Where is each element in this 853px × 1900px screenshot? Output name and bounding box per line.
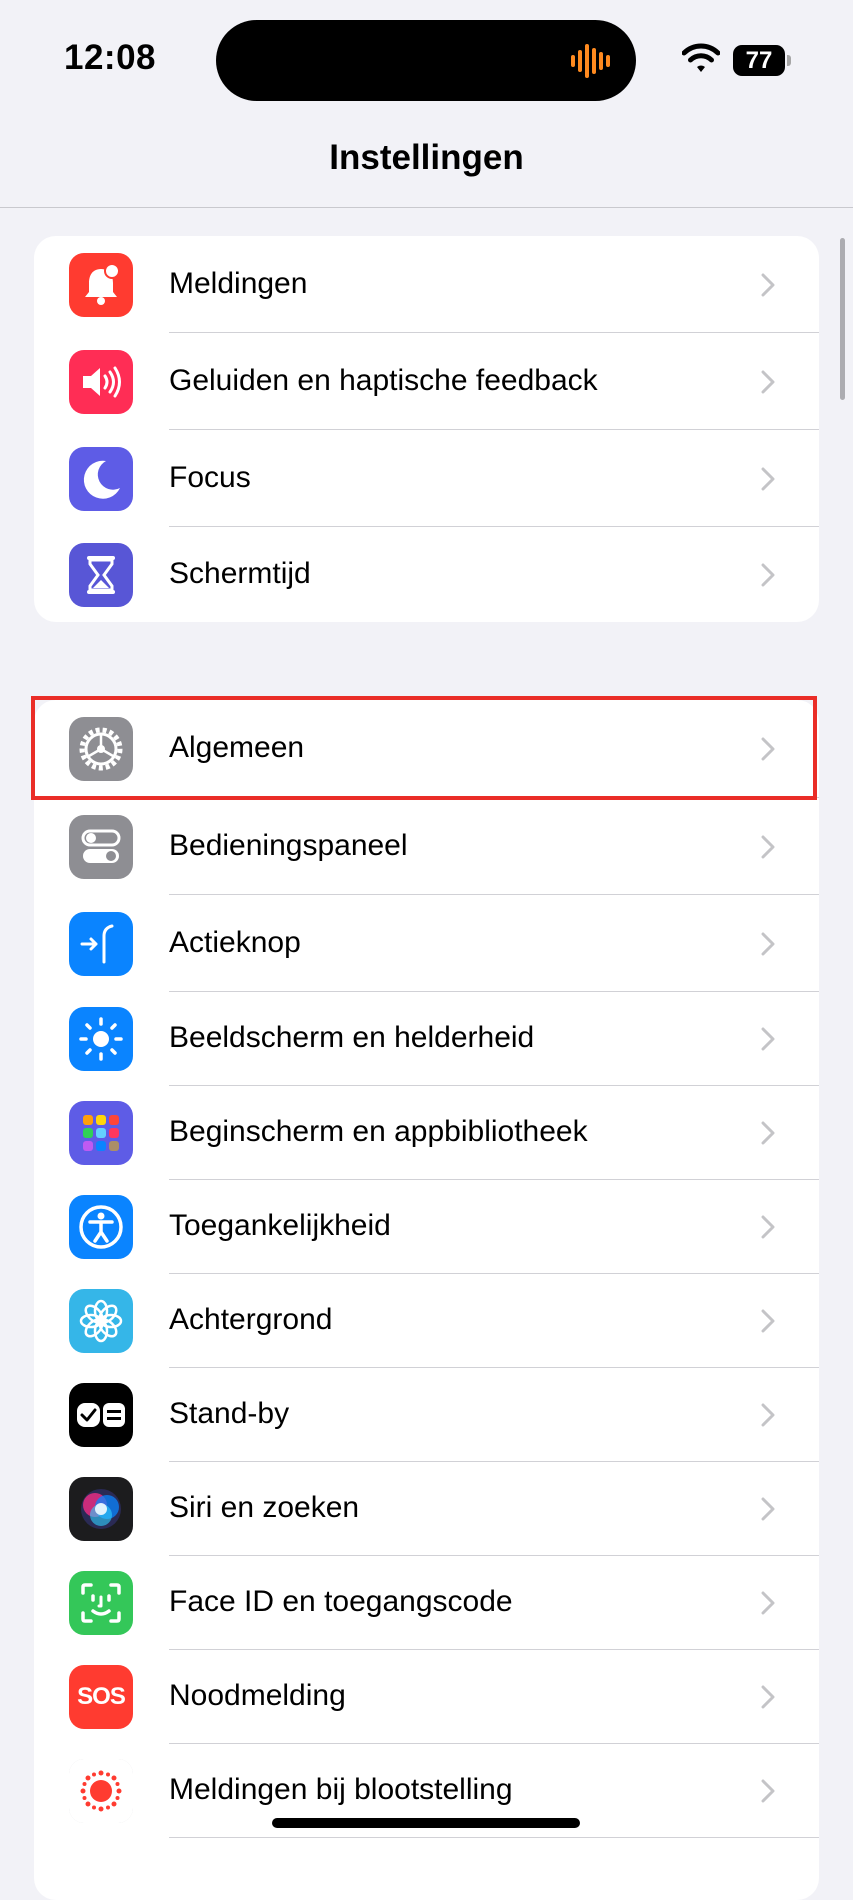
- settings-item-label: Meldingen bij blootstelling: [169, 1773, 513, 1806]
- battery-level: 77: [733, 45, 785, 76]
- chevron-right-icon: [761, 1591, 775, 1615]
- speaker-icon: [69, 350, 133, 414]
- settings-item-label: Toegankelijkheid: [169, 1209, 391, 1242]
- chevron-right-icon: [761, 1685, 775, 1709]
- status-bar: 12:08 77: [0, 0, 853, 120]
- hourglass-icon: [69, 543, 133, 607]
- settings-group-2: Algemeen Bedieningspaneel Actieknop Beel…: [34, 700, 819, 1900]
- settings-group-1: Meldingen Geluiden en haptische feedback…: [34, 236, 819, 622]
- settings-item-stand-by[interactable]: Stand-by: [34, 1368, 819, 1462]
- settings-item-label: Schermtijd: [169, 557, 311, 590]
- settings-item-bedieningspaneel[interactable]: Bedieningspaneel: [34, 798, 819, 895]
- chevron-right-icon: [761, 1403, 775, 1427]
- settings-item-label: Siri en zoeken: [169, 1491, 360, 1524]
- battery-indicator: 77: [733, 45, 791, 76]
- audio-waveform-icon: [571, 44, 610, 78]
- chevron-right-icon: [761, 1121, 775, 1145]
- settings-item-label: Achtergrond: [169, 1303, 333, 1336]
- page-title: Instellingen: [329, 138, 524, 177]
- scroll-indicator[interactable]: [840, 238, 845, 400]
- chevron-right-icon: [761, 273, 775, 297]
- settings-item-label: Geluiden en haptische feedback: [169, 364, 598, 397]
- settings-item-focus[interactable]: Focus: [34, 430, 819, 527]
- flower-icon: [69, 1289, 133, 1353]
- sun-icon: [69, 1007, 133, 1071]
- chevron-right-icon: [761, 1215, 775, 1239]
- settings-item-siri[interactable]: Siri en zoeken: [34, 1462, 819, 1556]
- face-id-icon: [69, 1571, 133, 1635]
- row-divider: [169, 1837, 819, 1838]
- app-grid-icon: [69, 1101, 133, 1165]
- settings-item-schermtijd[interactable]: Schermtijd: [34, 527, 819, 622]
- sos-icon-text: SOS: [77, 1683, 126, 1710]
- settings-item-label: Focus: [169, 461, 251, 494]
- sos-icon: SOS: [69, 1665, 133, 1729]
- chevron-right-icon: [761, 563, 775, 587]
- accessibility-icon: [69, 1195, 133, 1259]
- settings-item-label: Bedieningspaneel: [169, 829, 408, 862]
- settings-item-actieknop[interactable]: Actieknop: [34, 895, 819, 992]
- chevron-right-icon: [761, 1497, 775, 1521]
- chevron-right-icon: [761, 932, 775, 956]
- settings-item-label: Face ID en toegangscode: [169, 1585, 513, 1618]
- action-button-icon: [69, 912, 133, 976]
- standby-icon: [69, 1383, 133, 1447]
- moon-icon: [69, 447, 133, 511]
- chevron-right-icon: [761, 1027, 775, 1051]
- settings-item-label: Beeldscherm en helderheid: [169, 1021, 535, 1054]
- home-indicator[interactable]: [272, 1818, 580, 1828]
- settings-item-meldingen[interactable]: Meldingen: [34, 236, 819, 333]
- selection-highlight: [31, 696, 817, 800]
- settings-item-achtergrond[interactable]: Achtergrond: [34, 1274, 819, 1368]
- settings-item-toegankelijkheid[interactable]: Toegankelijkheid: [34, 1180, 819, 1274]
- settings-item-label: Beginscherm en appbibliotheek: [169, 1115, 588, 1148]
- wifi-icon: [682, 43, 720, 72]
- settings-item-geluiden[interactable]: Geluiden en haptische feedback: [34, 333, 819, 430]
- settings-item-label: Meldingen: [169, 267, 308, 300]
- chevron-right-icon: [761, 370, 775, 394]
- notifications-icon: [69, 253, 133, 317]
- toggles-icon: [69, 815, 133, 879]
- chevron-right-icon: [761, 1309, 775, 1333]
- settings-item-face-id[interactable]: Face ID en toegangscode: [34, 1556, 819, 1650]
- chevron-right-icon: [761, 1779, 775, 1803]
- siri-icon: [69, 1477, 133, 1541]
- settings-item-label: Noodmelding: [169, 1679, 346, 1712]
- battery-cap: [787, 55, 791, 66]
- chevron-right-icon: [761, 835, 775, 859]
- settings-item-beginscherm[interactable]: Beginscherm en appbibliotheek: [34, 1086, 819, 1180]
- dynamic-island: [216, 20, 636, 101]
- exposure-icon: [69, 1759, 133, 1823]
- settings-item-beeldscherm[interactable]: Beeldscherm en helderheid: [34, 992, 819, 1086]
- nav-divider: [0, 207, 853, 208]
- settings-item-noodmelding[interactable]: SOS Noodmelding: [34, 1650, 819, 1744]
- status-time: 12:08: [64, 38, 157, 77]
- chevron-right-icon: [761, 467, 775, 491]
- settings-item-label: Actieknop: [169, 926, 301, 959]
- settings-item-label: Stand-by: [169, 1397, 290, 1430]
